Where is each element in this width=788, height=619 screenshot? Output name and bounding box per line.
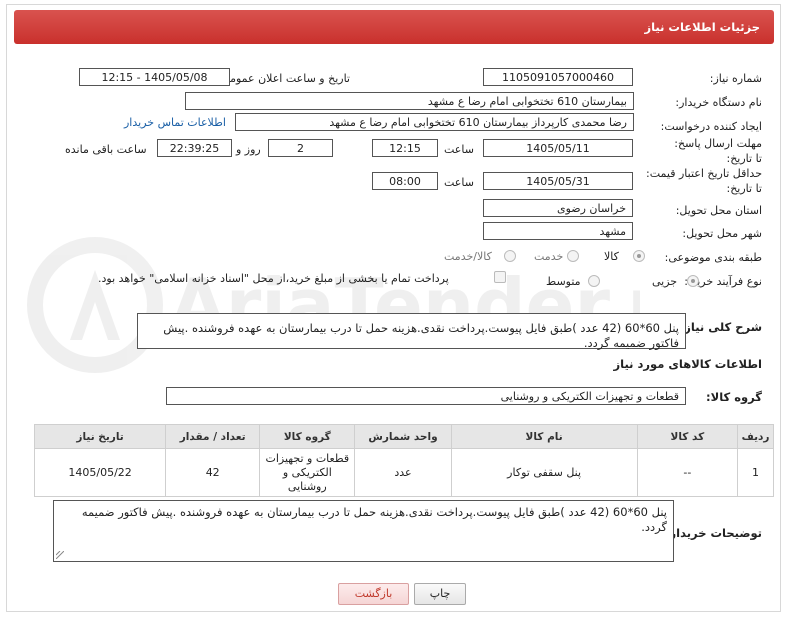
goods-group-label: گروه کالا: — [706, 390, 762, 404]
delivery-city-field: مشهد — [483, 222, 633, 240]
purchase-medium-radio[interactable] — [588, 275, 600, 287]
items-table-header: ردیف کد کالا نام کالا واحد شمارش گروه کا… — [33, 424, 774, 449]
treasury-payment-checkbox[interactable] — [494, 271, 506, 283]
purchase-medium-label: متوسط — [546, 275, 581, 288]
category-goods-service-radio[interactable] — [504, 250, 516, 262]
cell-group: قطعات و تجهیزات الکتریکی و روشنایی — [259, 448, 356, 497]
cell-name: پنل سقفی توکار — [450, 448, 638, 497]
price-time-label: ساعت — [444, 176, 474, 189]
requester-field: رضا محمدی کارپرداز بیمارستان 610 تختخواب… — [235, 113, 634, 131]
cell-code: -- — [636, 448, 739, 497]
purchase-minor-radio[interactable] — [687, 275, 699, 287]
reply-deadline-date: 1405/05/11 — [483, 139, 633, 157]
buyer-notes-field: پنل 60*60 (42 عدد )طبق فایل پیوست.پرداخت… — [53, 500, 674, 562]
cell-date: 1405/05/22 — [33, 448, 167, 497]
reply-time-label: ساعت — [444, 143, 474, 156]
announce-datetime-field: 1405/05/08 - 12:15 — [79, 68, 230, 86]
col-name: نام کالا — [450, 424, 638, 449]
delivery-province-field: خراسان رضوی — [483, 199, 633, 217]
reply-deadline-time: 12:15 — [372, 139, 438, 157]
print-button[interactable]: چاپ — [414, 583, 466, 605]
remaining-label: ساعت باقی مانده — [65, 143, 147, 156]
cell-row: 1 — [737, 448, 774, 497]
page-header: جزئیات اطلاعات نیاز — [14, 10, 774, 44]
delivery-city-label: شهر محل تحویل: — [682, 227, 762, 240]
col-unit: واحد شمارش — [354, 424, 452, 449]
category-goods-service-label: کالا/خدمت — [444, 250, 492, 263]
reply-deadline-label-text: مهلت ارسال پاسخ: تا تاریخ: — [674, 137, 762, 165]
col-group: گروه کالا — [259, 424, 356, 449]
treasury-payment-note: پرداخت تمام یا بخشی از مبلغ خرید،از محل … — [98, 272, 449, 285]
goods-info-title: اطلاعات کالاهای مورد نیاز — [613, 357, 762, 371]
price-validity-label-text: حداقل تاریخ اعتبار قیمت: تا تاریخ: — [646, 167, 762, 195]
col-code: کد کالا — [636, 424, 739, 449]
resize-grip-icon[interactable] — [56, 551, 64, 559]
days-label: روز و — [236, 143, 261, 156]
buyer-org-label: نام دستگاه خریدار: — [675, 96, 762, 109]
delivery-province-label: استان محل تحویل: — [675, 204, 762, 217]
need-number-field: 1105091057000460 — [483, 68, 633, 86]
overall-description-label: شرح کلی نیاز: — [679, 320, 762, 334]
overall-description-field: پنل 60*60 (42 عدد )طبق فایل پیوست.پرداخت… — [137, 313, 686, 350]
price-validity-label: حداقل تاریخ اعتبار قیمت: تا تاریخ: — [638, 166, 762, 196]
announce-datetime-label: تاریخ و ساعت اعلان عمومی: — [217, 72, 350, 85]
price-validity-date: 1405/05/31 — [483, 172, 633, 190]
items-table: ردیف کد کالا نام کالا واحد شمارش گروه کا… — [33, 424, 774, 497]
cell-unit: عدد — [354, 448, 452, 497]
goods-group-field: قطعات و تجهیزات الکتریکی و روشنایی — [166, 387, 686, 405]
table-row: 1 -- پنل سقفی توکار عدد قطعات و تجهیزات … — [33, 448, 774, 497]
buyer-org-field: بیمارستان 610 تختخوابی امام رضا ع مشهد — [185, 92, 634, 110]
buyer-notes-label: توضیحات خریدار: — [664, 526, 762, 540]
purchase-minor-label: جزیی — [652, 275, 678, 288]
category-label: طبقه بندی موضوعی: — [664, 251, 762, 264]
requester-label: ایجاد کننده درخواست: — [660, 120, 762, 133]
price-validity-time: 08:00 — [372, 172, 438, 190]
category-service-radio[interactable] — [567, 250, 579, 262]
buyer-notes-text: پنل 60*60 (42 عدد )طبق فایل پیوست.پرداخت… — [81, 505, 667, 534]
page-title: جزئیات اطلاعات نیاز — [644, 20, 760, 34]
col-date: تاریخ نیاز — [33, 424, 167, 449]
col-qty: تعداد / مقدار — [165, 424, 261, 449]
cell-qty: 42 — [165, 448, 261, 497]
buyer-contact-link[interactable]: اطلاعات تماس خریدار — [124, 116, 226, 129]
need-number-label: شماره نیاز: — [709, 72, 762, 85]
back-button[interactable]: بازگشت — [338, 583, 409, 605]
reply-deadline-label: مهلت ارسال پاسخ: تا تاریخ: — [668, 136, 762, 166]
category-service-label: خدمت — [534, 250, 564, 263]
category-goods-label: کالا — [604, 250, 619, 263]
overall-description-text: پنل 60*60 (42 عدد )طبق فایل پیوست.پرداخت… — [163, 321, 679, 350]
remaining-days: 2 — [268, 139, 333, 157]
col-row: ردیف — [737, 424, 774, 449]
category-goods-radio[interactable] — [633, 250, 645, 262]
remaining-time: 22:39:25 — [157, 139, 232, 157]
